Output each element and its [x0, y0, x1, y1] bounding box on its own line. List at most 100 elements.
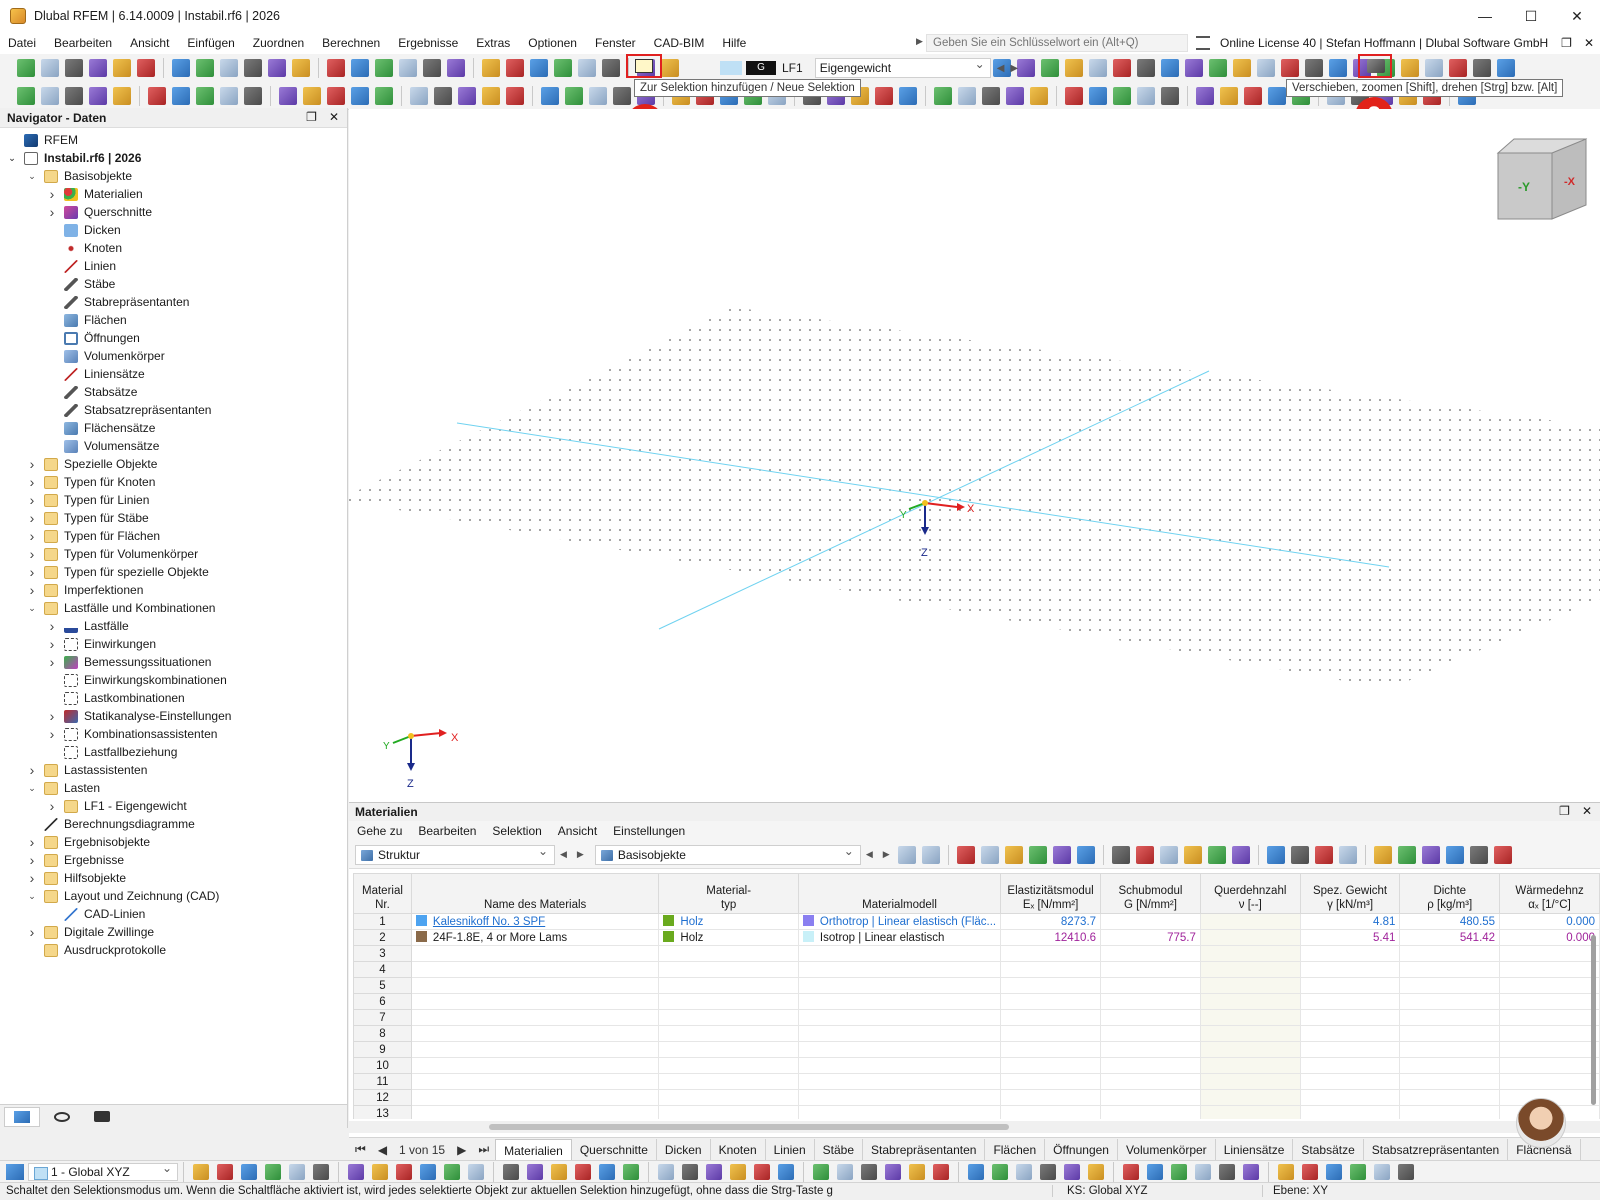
cell-elastic-modulus[interactable]: [1000, 945, 1102, 962]
nav-item-volumensätze[interactable]: Volumensätze: [0, 437, 347, 455]
bottom-tool-21-icon[interactable]: [706, 1163, 722, 1180]
menu-hilfe[interactable]: Hilfe: [713, 32, 755, 54]
table-tool-1-icon[interactable]: [897, 845, 916, 864]
nav-item-bemessungssituationen[interactable]: › Bemessungssituationen: [0, 653, 347, 671]
bottom-tool-37-icon[interactable]: [1123, 1163, 1139, 1180]
cell-elastic-modulus[interactable]: [1000, 1073, 1102, 1090]
cell-number[interactable]: 9: [353, 1041, 412, 1058]
tb2-tool-19-icon[interactable]: [482, 86, 500, 105]
table-tool-21-icon[interactable]: [1421, 845, 1440, 864]
cell-shear-modulus[interactable]: [1100, 1089, 1201, 1106]
tb1-right-tool-4-icon[interactable]: [1065, 59, 1083, 77]
table-row[interactable]: 10: [353, 1057, 1600, 1074]
nav-item-typen-für-flächen[interactable]: › Typen für Flächen: [0, 527, 347, 545]
tb2-tool-45-icon[interactable]: [1161, 86, 1179, 105]
navigator-close-icon[interactable]: ✕: [329, 110, 339, 124]
cell-specific-weight[interactable]: 5.41: [1299, 929, 1401, 946]
chevron-right-icon[interactable]: ›: [46, 204, 58, 220]
table-row[interactable]: 7: [353, 1009, 1600, 1026]
table-row[interactable]: 13: [353, 1105, 1600, 1119]
bottom-tool-20-icon[interactable]: [682, 1163, 698, 1180]
tb1-tool-20-icon[interactable]: [506, 59, 524, 77]
cell-material-type[interactable]: Holz: [658, 929, 799, 946]
cell-density[interactable]: 541.42: [1399, 929, 1501, 946]
cell-density[interactable]: [1399, 1009, 1501, 1026]
tb1-tool-6-icon[interactable]: [137, 59, 155, 77]
cell-material-name[interactable]: Kalesnikoff No. 3 SPF: [410, 913, 660, 930]
tb1-tool-2-icon[interactable]: [41, 59, 59, 77]
table-tool-13-icon[interactable]: [1207, 845, 1226, 864]
cell-density[interactable]: [1399, 961, 1501, 978]
menu-bearbeiten[interactable]: Bearbeiten: [45, 32, 121, 54]
object-prev-button[interactable]: ◀: [866, 849, 873, 860]
nav-item-typen-für-linien[interactable]: › Typen für Linien: [0, 491, 347, 509]
bottom-tool-17-icon[interactable]: [599, 1163, 615, 1180]
nav-item-querschnitte[interactable]: › Querschnitte: [0, 203, 347, 221]
table-vertical-scrollbar[interactable]: [1590, 875, 1598, 1115]
cell-material-model[interactable]: [797, 993, 1002, 1010]
bottom-tool-35-icon[interactable]: [1064, 1163, 1080, 1180]
bottom-tool-26-icon[interactable]: [837, 1163, 853, 1180]
chevron-right-icon[interactable]: ›: [46, 708, 58, 724]
bottom-tool-22-icon[interactable]: [730, 1163, 746, 1180]
chevron-right-icon[interactable]: ›: [26, 762, 38, 778]
nav-item-knoten[interactable]: Knoten: [0, 239, 347, 257]
table-tool-11-icon[interactable]: [1159, 845, 1178, 864]
selection-mode-button-highlight[interactable]: [626, 54, 662, 78]
table-tool-2-icon[interactable]: [921, 845, 940, 864]
cell-density[interactable]: [1399, 1057, 1501, 1074]
tb1-right-tool-18-icon[interactable]: [1401, 59, 1419, 77]
document-restore-button[interactable]: ❐: [1561, 36, 1572, 50]
cell-material-type[interactable]: [658, 1089, 799, 1106]
tb1-tool-15-icon[interactable]: [375, 59, 393, 77]
bottom-tool-30-icon[interactable]: [933, 1163, 949, 1180]
tb2-tool-43-icon[interactable]: [1113, 86, 1131, 105]
nav-item-volumenkörper[interactable]: Volumenkörper: [0, 347, 347, 365]
bottom-tool-47-icon[interactable]: [1374, 1163, 1390, 1180]
cell-material-model[interactable]: [797, 1009, 1002, 1026]
cell-material-name[interactable]: [410, 993, 660, 1010]
table-row[interactable]: 2 24F-1.8E, 4 or More Lams Holz Isotrop | L…: [353, 929, 1600, 946]
navigator-display-tab[interactable]: [44, 1107, 80, 1127]
cell-material-type[interactable]: [658, 1105, 799, 1119]
bottom-tool-38-icon[interactable]: [1147, 1163, 1163, 1180]
tb1-tool-18-icon[interactable]: [447, 59, 465, 77]
structure-prev-button[interactable]: ◀: [560, 849, 567, 860]
cell-specific-weight[interactable]: [1299, 1105, 1401, 1119]
bottom-tool-28-icon[interactable]: [885, 1163, 901, 1180]
cell-specific-weight[interactable]: [1299, 993, 1401, 1010]
cell-thermal-expansion[interactable]: 0.000: [1499, 913, 1600, 930]
chevron-down-icon[interactable]: ⌄: [26, 891, 38, 902]
tb2-tool-7-icon[interactable]: [172, 86, 190, 105]
table-menu-ansicht[interactable]: Ansicht: [550, 824, 605, 838]
cell-poisson-ratio[interactable]: [1199, 1089, 1301, 1106]
table-tool-19-icon[interactable]: [1373, 845, 1392, 864]
table-row[interactable]: 9: [353, 1041, 1600, 1058]
cell-thermal-expansion[interactable]: [1499, 1057, 1600, 1074]
cell-elastic-modulus[interactable]: [1000, 1105, 1102, 1119]
bottom-tool-18-icon[interactable]: [623, 1163, 639, 1180]
cell-density[interactable]: [1399, 1025, 1501, 1042]
cell-thermal-expansion[interactable]: [1499, 993, 1600, 1010]
chevron-right-icon[interactable]: ›: [46, 726, 58, 742]
table-menu-selektion[interactable]: Selektion: [484, 824, 549, 838]
nav-item-flächen[interactable]: Flächen: [0, 311, 347, 329]
cell-material-type[interactable]: [658, 1073, 799, 1090]
nav-item-lastfälle-und-kombinationen[interactable]: ⌄ Lastfälle und Kombinationen: [0, 599, 347, 617]
cell-shear-modulus[interactable]: [1100, 945, 1201, 962]
nav-item-lasten[interactable]: ⌄ Lasten: [0, 779, 347, 797]
table-tool-9-icon[interactable]: [1111, 845, 1130, 864]
bottom-tool-11-icon[interactable]: [444, 1163, 460, 1180]
table-row[interactable]: 11: [353, 1073, 1600, 1090]
cell-material-name[interactable]: [410, 945, 660, 962]
load-case-next-button[interactable]: ▶: [1010, 63, 1018, 74]
cell-density[interactable]: 480.55: [1399, 913, 1501, 930]
tb2-tool-20-icon[interactable]: [506, 86, 524, 105]
cell-thermal-expansion[interactable]: [1499, 961, 1600, 978]
cell-thermal-expansion[interactable]: [1499, 1041, 1600, 1058]
table-tool-14-icon[interactable]: [1231, 845, 1250, 864]
nav-item-layout-und-zeichnung-cad[interactable]: ⌄ Layout und Zeichnung (CAD): [0, 887, 347, 905]
menu-einfügen[interactable]: Einfügen: [178, 32, 243, 54]
bottom-tool-40-icon[interactable]: [1195, 1163, 1211, 1180]
tb2-tool-3-icon[interactable]: [65, 86, 83, 105]
